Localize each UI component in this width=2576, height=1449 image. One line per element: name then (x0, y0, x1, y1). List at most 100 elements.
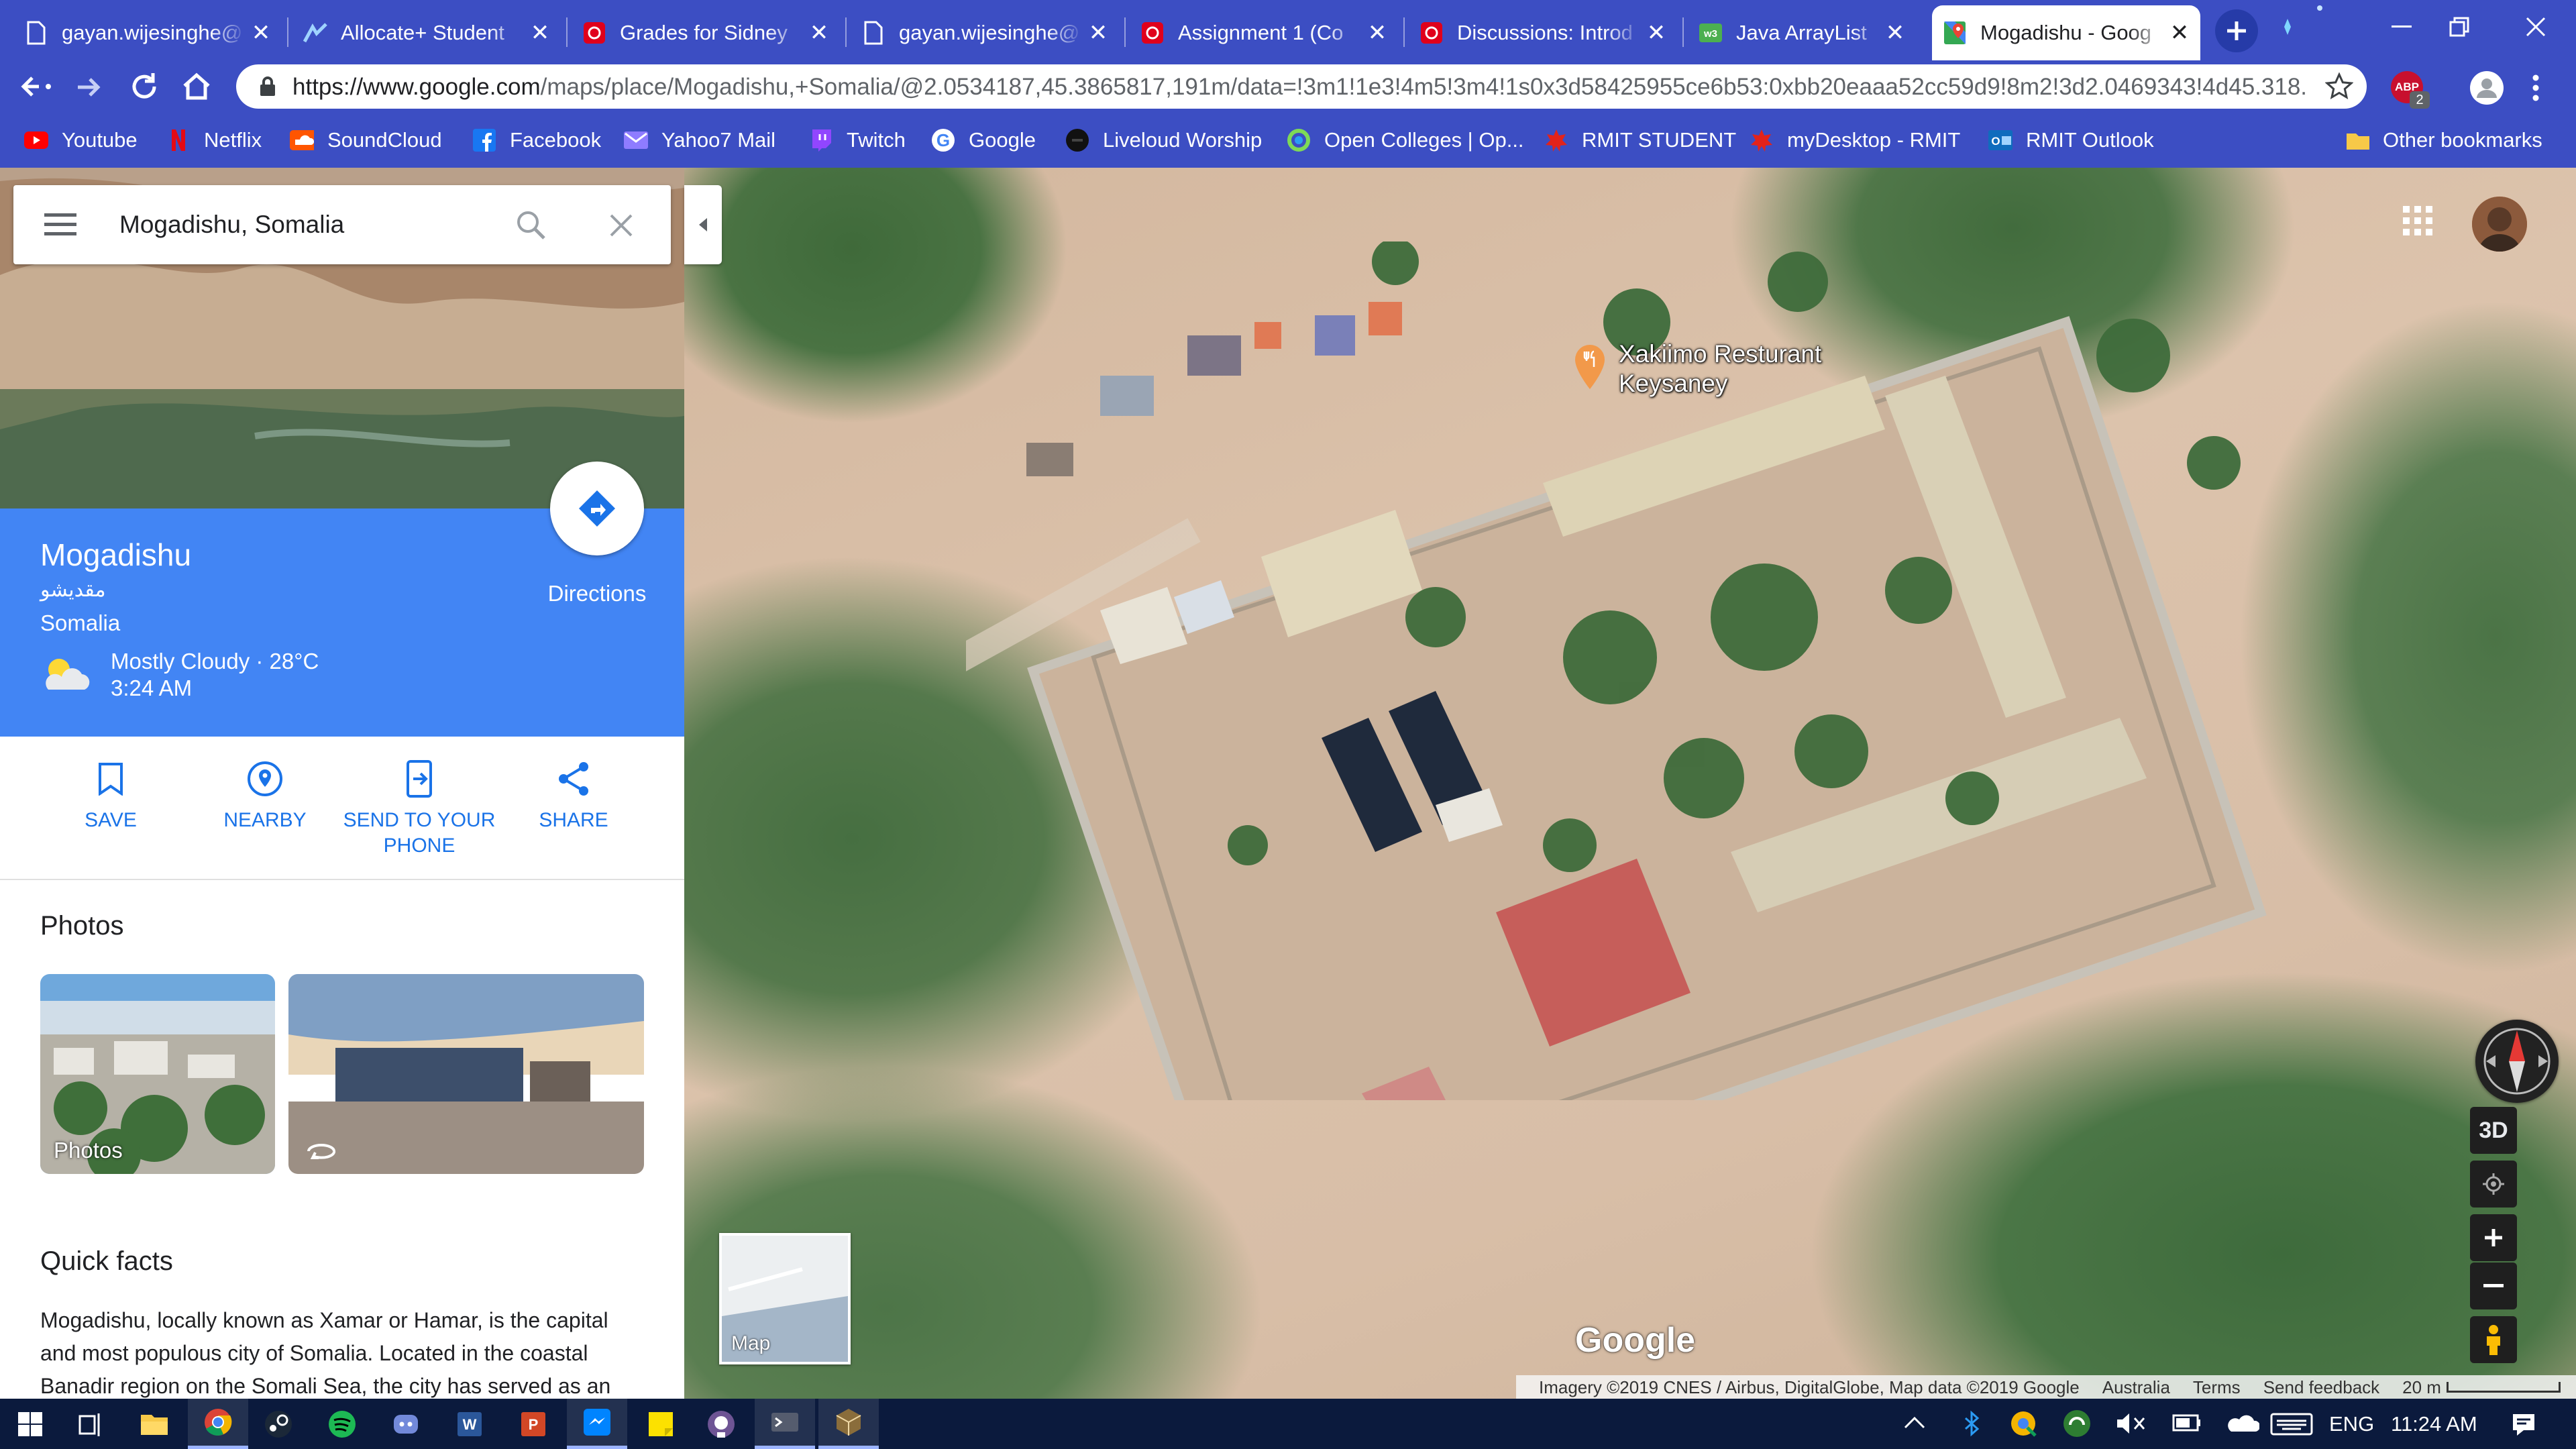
tab-java-arraylist[interactable]: w3 Java ArrayList ✕ (1688, 5, 1916, 60)
send-feedback-link[interactable]: Send feedback (2263, 1377, 2379, 1398)
search-box[interactable]: Mogadishu, Somalia (13, 185, 671, 264)
bookmark-youtube[interactable]: Youtube (24, 125, 138, 156)
sync-status-icon[interactable] (2062, 1409, 2092, 1438)
close-tab-icon[interactable]: ✕ (251, 19, 271, 46)
bookmark-rmit-outlook[interactable]: O RMIT Outlook (1988, 125, 2154, 156)
tab-docs-1[interactable]: gayan.wijesinghe@ ✕ (13, 5, 282, 60)
tab-grades[interactable]: Grades for Sidney ✕ (572, 5, 840, 60)
powerpoint-button[interactable]: P (503, 1399, 564, 1449)
photo-thumbnail-city[interactable]: Photos (40, 974, 275, 1174)
profile-avatar[interactable] (2470, 71, 2504, 105)
share-button[interactable]: SHARE (496, 758, 651, 833)
bookmark-rmit-student[interactable]: RMIT STUDENT (1544, 125, 1736, 156)
clock[interactable]: 11:24 AM (2391, 1412, 2477, 1436)
poi-label[interactable]: Xakiimo Resturant Keysaney (1619, 339, 1840, 398)
bookmark-google[interactable]: G Google (931, 125, 1036, 156)
liveloud-icon (1065, 128, 1089, 152)
send-to-phone-button[interactable]: SEND TO YOUR PHONE (342, 758, 496, 859)
minimize-button[interactable] (2368, 7, 2435, 47)
onedrive-icon[interactable] (2226, 1413, 2259, 1433)
save-button[interactable]: SAVE (34, 758, 188, 833)
clear-search-icon[interactable] (609, 213, 633, 237)
zoom-out-button[interactable] (2470, 1263, 2517, 1309)
hamburger-menu-icon[interactable] (44, 212, 76, 236)
close-tab-icon[interactable]: ✕ (809, 19, 829, 46)
tab-discussions[interactable]: Discussions: Introd ✕ (1409, 5, 1677, 60)
directions-label[interactable]: Directions (530, 581, 664, 606)
scale-label[interactable]: 20 m (2402, 1377, 2441, 1398)
bookmark-twitch[interactable]: Twitch (809, 125, 906, 156)
forward-button[interactable] (74, 72, 103, 102)
other-bookmarks[interactable]: Other bookmarks (2345, 125, 2542, 156)
local-time: 3:24 AM (111, 676, 193, 700)
photo-thumbnail-street-view[interactable] (288, 974, 644, 1174)
discord-button[interactable] (376, 1399, 436, 1449)
compass-button[interactable] (2475, 1020, 2559, 1103)
reload-button[interactable] (129, 71, 160, 102)
restaurant-pin-icon[interactable] (1573, 343, 1607, 390)
bookmark-netflix[interactable]: Netflix (166, 125, 262, 156)
close-tab-icon[interactable]: ✕ (1646, 19, 1666, 46)
restore-button[interactable] (2426, 7, 2493, 47)
action-center-button[interactable] (2510, 1411, 2537, 1438)
bookmark-liveloud-worship[interactable]: Liveloud Worship (1065, 125, 1262, 156)
tilt-3d-button[interactable]: 3D (2470, 1107, 2517, 1154)
sticky-notes-button[interactable] (631, 1399, 691, 1449)
bluetooth-icon[interactable] (1963, 1410, 1980, 1437)
region-link[interactable]: Australia (2102, 1377, 2170, 1398)
steam-button[interactable] (248, 1399, 309, 1449)
chrome-taskbar-button[interactable] (188, 1399, 248, 1449)
word-button[interactable]: W (439, 1399, 500, 1449)
bookmark-open-colleges[interactable]: Open Colleges | Op... (1287, 125, 1524, 156)
close-tab-icon[interactable]: ✕ (530, 19, 550, 46)
nearby-button[interactable]: NEARBY (188, 758, 342, 833)
account-avatar[interactable] (2472, 197, 2527, 252)
terminal-button[interactable] (755, 1399, 815, 1449)
bookmark-star-icon[interactable] (2325, 72, 2353, 101)
start-button[interactable] (0, 1399, 60, 1449)
new-tab-button[interactable] (2215, 9, 2258, 52)
address-bar[interactable]: https://www.google.com/maps/place/Mogadi… (236, 64, 2367, 109)
file-explorer-button[interactable] (124, 1399, 184, 1449)
volume-muted-icon[interactable] (2116, 1411, 2145, 1436)
close-tab-icon[interactable]: ✕ (1885, 19, 1905, 46)
terms-link[interactable]: Terms (2193, 1377, 2241, 1398)
package-button[interactable] (818, 1399, 879, 1449)
bookmark-facebook[interactable]: Facebook (472, 125, 601, 156)
search-icon[interactable] (515, 209, 546, 240)
close-tab-icon[interactable]: ✕ (1367, 19, 1387, 46)
document-icon (24, 21, 48, 45)
mail-icon (624, 128, 648, 152)
collapse-sidebar-button[interactable] (684, 185, 722, 264)
tab-allocate[interactable]: Allocate+ Student ✕ (292, 5, 561, 60)
input-language[interactable]: ENG (2329, 1412, 2374, 1436)
tab-docs-2[interactable]: gayan.wijesinghe@ ✕ (851, 5, 1119, 60)
pegman-button[interactable] (2470, 1316, 2517, 1363)
show-hidden-icons-button[interactable] (1904, 1414, 1925, 1430)
zoom-in-button[interactable] (2470, 1214, 2517, 1261)
github-button[interactable] (691, 1399, 751, 1449)
chrome-tray-icon[interactable] (2010, 1410, 2037, 1437)
search-input[interactable]: Mogadishu, Somalia (119, 211, 344, 239)
chrome-menu-button[interactable] (2529, 72, 2542, 103)
directions-button[interactable] (550, 462, 644, 555)
tab-mogadishu-maps[interactable]: Mogadishu - Goog ✕ (1932, 5, 2200, 60)
battery-icon[interactable] (2172, 1413, 2202, 1433)
close-tab-icon[interactable]: ✕ (1088, 19, 1108, 46)
bookmark-mydesktop-rmit[interactable]: myDesktop - RMIT (1750, 125, 1960, 156)
map-layers-toggle[interactable]: Map (719, 1233, 851, 1364)
spotify-button[interactable] (312, 1399, 372, 1449)
google-apps-button[interactable] (2402, 205, 2434, 237)
quick-facts-text: Mogadishu, locally known as Xamar or Ham… (40, 1308, 611, 1398)
back-button[interactable] (19, 70, 59, 103)
my-location-button[interactable] (2470, 1161, 2517, 1208)
tab-assignment[interactable]: Assignment 1 (Co ✕ (1130, 5, 1398, 60)
bookmark-soundcloud[interactable]: SoundCloud (290, 125, 442, 156)
task-view-button[interactable] (60, 1399, 121, 1449)
home-button[interactable] (181, 71, 212, 102)
messenger-button[interactable] (567, 1399, 627, 1449)
close-tab-icon[interactable]: ✕ (2169, 19, 2190, 46)
touch-keyboard-icon[interactable] (2270, 1413, 2313, 1436)
close-window-button[interactable] (2502, 7, 2569, 47)
bookmark-yahoo7-mail[interactable]: Yahoo7 Mail (624, 125, 775, 156)
